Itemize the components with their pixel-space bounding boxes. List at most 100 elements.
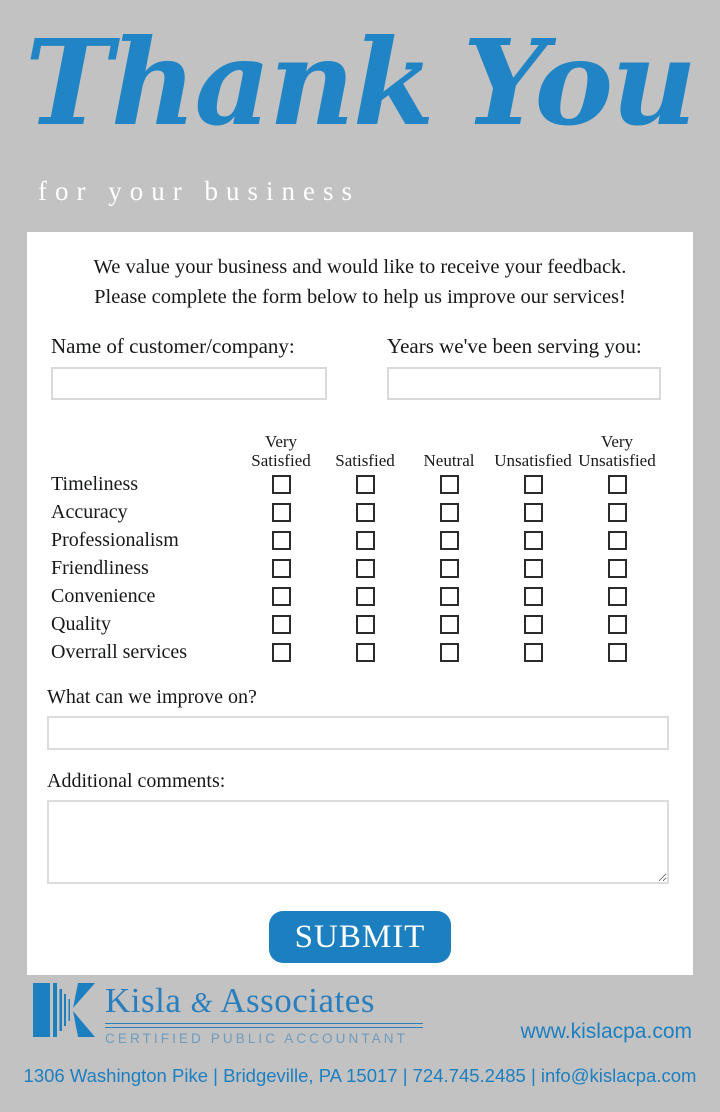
improve-input[interactable] [47,716,669,750]
checkbox-icon[interactable] [271,614,291,634]
open-questions: What can we improve on? Additional comme… [27,686,693,889]
cell-professionalism-satisfied[interactable] [323,530,407,550]
checkbox-icon[interactable] [355,474,375,494]
checkbox-icon[interactable] [271,502,291,522]
checkbox-icon[interactable] [523,530,543,550]
cell-quality-neutral[interactable] [407,614,491,634]
cell-accuracy-neutral[interactable] [407,502,491,522]
cell-convenience-very-satisfied[interactable] [239,586,323,606]
cell-friendliness-very-satisfied[interactable] [239,558,323,578]
cell-overall-neutral[interactable] [407,642,491,662]
checkbox-icon[interactable] [439,474,459,494]
cell-timeliness-unsatisfied[interactable] [491,474,575,494]
table-row: Accuracy [51,498,677,526]
checkbox-icon[interactable] [271,586,291,606]
footer-top: Kisla & Associates CERTIFIED PUBLIC ACCO… [0,975,720,1060]
checkbox-icon[interactable] [439,614,459,634]
column-header-unsatisfied: Unsatisfied [491,451,575,470]
cell-quality-unsatisfied[interactable] [491,614,575,634]
comments-textarea[interactable] [47,800,669,884]
checkbox-icon[interactable] [439,586,459,606]
website-link[interactable]: www.kislacpa.com [520,1020,692,1044]
cell-professionalism-very-unsatisfied[interactable] [575,530,659,550]
cell-overall-very-unsatisfied[interactable] [575,642,659,662]
table-row: Professionalism [51,526,677,554]
cell-accuracy-satisfied[interactable] [323,502,407,522]
years-serving-input[interactable] [387,367,661,400]
checkbox-icon[interactable] [607,502,627,522]
checkbox-icon[interactable] [439,530,459,550]
checkbox-icon[interactable] [355,558,375,578]
intro-line-2: Please complete the form below to help u… [94,286,626,308]
checkbox-icon[interactable] [523,502,543,522]
checkbox-icon[interactable] [439,642,459,662]
cell-timeliness-very-satisfied[interactable] [239,474,323,494]
row-label-friendliness: Friendliness [51,556,149,579]
checkbox-icon[interactable] [607,614,627,634]
checkbox-icon[interactable] [607,530,627,550]
contact-line: 1306 Washington Pike | Bridgeville, PA 1… [23,1065,697,1086]
checkbox-icon[interactable] [355,586,375,606]
cell-convenience-very-unsatisfied[interactable] [575,586,659,606]
cell-professionalism-very-satisfied[interactable] [239,530,323,550]
checkbox-icon[interactable] [439,502,459,522]
improve-question-label: What can we improve on? [47,686,257,708]
checkbox-icon[interactable] [607,642,627,662]
cell-timeliness-neutral[interactable] [407,474,491,494]
table-row: Friendliness [51,554,677,582]
cell-convenience-neutral[interactable] [407,586,491,606]
checkbox-icon[interactable] [355,614,375,634]
cell-timeliness-satisfied[interactable] [323,474,407,494]
column-header-line-2: Unsatisfied [578,451,656,470]
checkbox-icon[interactable] [355,642,375,662]
cell-friendliness-unsatisfied[interactable] [491,558,575,578]
checkbox-icon[interactable] [439,558,459,578]
checkbox-icon[interactable] [523,586,543,606]
checkbox-icon[interactable] [607,558,627,578]
cell-friendliness-very-unsatisfied[interactable] [575,558,659,578]
checkbox-icon[interactable] [271,558,291,578]
checkbox-icon[interactable] [271,530,291,550]
checkbox-icon[interactable] [523,474,543,494]
cell-accuracy-unsatisfied[interactable] [491,502,575,522]
cell-convenience-satisfied[interactable] [323,586,407,606]
cell-friendliness-neutral[interactable] [407,558,491,578]
cell-convenience-unsatisfied[interactable] [491,586,575,606]
column-header-line-1: Very [600,432,634,451]
cell-overall-very-satisfied[interactable] [239,642,323,662]
customer-info-row: Name of customer/company: Years we've be… [27,312,693,400]
intro-text: We value your business and would like to… [27,232,693,312]
submit-button[interactable]: SUBMIT [269,911,451,963]
cell-quality-satisfied[interactable] [323,614,407,634]
cell-overall-unsatisfied[interactable] [491,642,575,662]
cell-professionalism-neutral[interactable] [407,530,491,550]
cell-professionalism-unsatisfied[interactable] [491,530,575,550]
cell-friendliness-satisfied[interactable] [323,558,407,578]
checkbox-icon[interactable] [271,642,291,662]
column-header-very-satisfied: Very Satisfied [239,432,323,470]
checkbox-icon[interactable] [523,642,543,662]
cell-overall-satisfied[interactable] [323,642,407,662]
cell-quality-very-satisfied[interactable] [239,614,323,634]
checkbox-icon[interactable] [355,502,375,522]
table-row: Timeliness [51,470,677,498]
checkbox-icon[interactable] [607,586,627,606]
row-label-professionalism: Professionalism [51,528,179,551]
checkbox-icon[interactable] [523,558,543,578]
matrix-column-headers: Very Satisfied Satisfied Neutral Unsatis… [239,424,677,470]
column-header-line-1: Very [264,432,298,451]
matrix-rows: Timeliness Accuracy Professionalism Frie… [51,470,677,666]
checkbox-icon[interactable] [523,614,543,634]
checkbox-icon[interactable] [355,530,375,550]
checkbox-icon[interactable] [607,474,627,494]
customer-name-input[interactable] [51,367,327,400]
cell-quality-very-unsatisfied[interactable] [575,614,659,634]
cell-timeliness-very-unsatisfied[interactable] [575,474,659,494]
cell-accuracy-very-satisfied[interactable] [239,502,323,522]
submit-row: SUBMIT [27,911,693,963]
cell-accuracy-very-unsatisfied[interactable] [575,502,659,522]
logo-divider [105,1023,423,1028]
company-name-ampersand: & [190,988,213,1019]
checkbox-icon[interactable] [271,474,291,494]
table-row: Overrall services [51,638,677,666]
